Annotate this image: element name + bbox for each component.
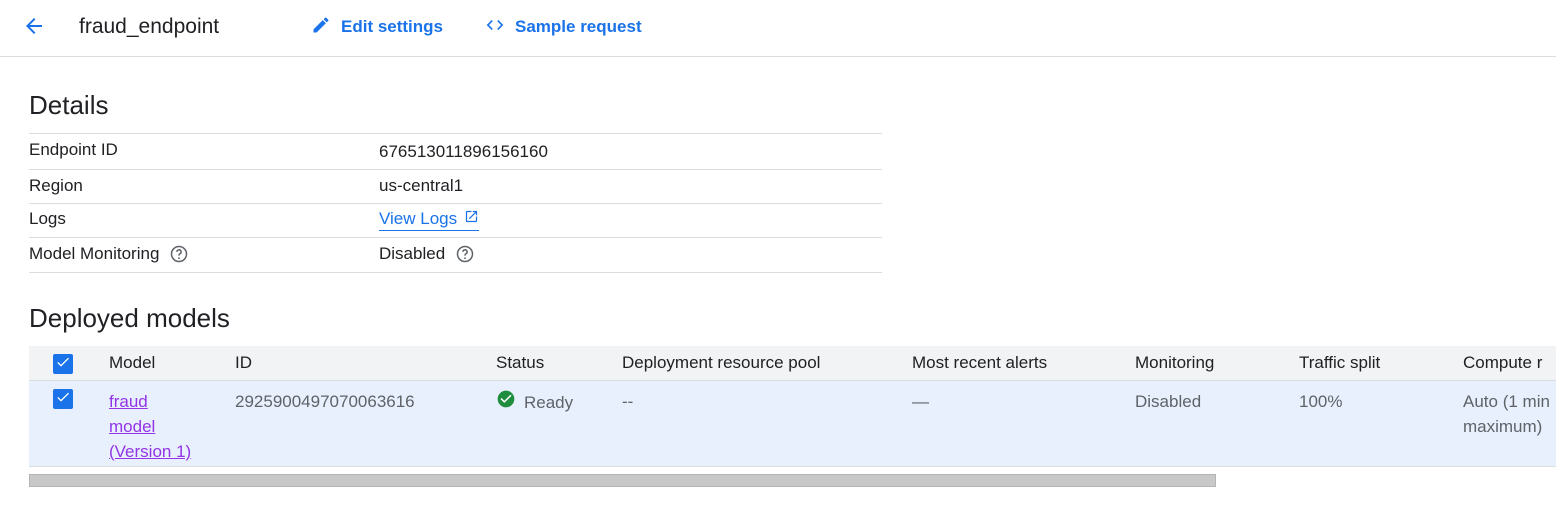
resource-pool-value: -- [622, 392, 634, 411]
column-header-model[interactable]: Model [109, 353, 155, 373]
model-link-line: (Version 1) [109, 442, 192, 461]
details-row-logs: Logs View Logs [29, 203, 882, 237]
details-row-endpoint-id: Endpoint ID 676513011896156160 [29, 133, 882, 169]
details-value: 676513011896156160 [379, 142, 548, 161]
model-link-line: fraud [109, 392, 148, 411]
compute-value: Auto (1 min maximum) [1463, 389, 1550, 439]
deployed-models-table: Model ID Status Deployment resource pool… [29, 346, 1556, 468]
details-key: Logs [29, 209, 66, 228]
details-value: us-central1 [379, 176, 464, 195]
monitoring-value: Disabled [1135, 392, 1202, 411]
status-cell: Ready [496, 389, 573, 416]
compute-line: Auto (1 min [1463, 392, 1550, 411]
check-circle-icon [496, 389, 524, 416]
table-row[interactable]: fraud model (Version 1) 2925900497070063… [29, 381, 1556, 467]
details-heading: Details [29, 90, 109, 120]
edit-settings-button[interactable]: Edit settings [311, 14, 443, 40]
row-checkbox[interactable] [53, 389, 73, 409]
help-icon[interactable] [455, 244, 475, 264]
details-key: Model Monitoring [29, 244, 189, 264]
page-title: fraud_endpoint [79, 15, 220, 38]
view-logs-link[interactable]: View Logs [379, 209, 480, 231]
compute-line: maximum) [1463, 417, 1543, 436]
open-in-new-icon [457, 209, 479, 229]
details-table: Endpoint ID 676513011896156160 Region us… [29, 133, 882, 273]
code-icon [485, 15, 515, 40]
column-header-resource-pool[interactable]: Deployment resource pool [622, 353, 820, 373]
status-text: Ready [524, 393, 574, 412]
deployed-models-heading: Deployed models [29, 303, 230, 333]
arrow-back-icon [22, 14, 46, 43]
model-link-line: model [109, 417, 156, 436]
details-key: Region [29, 176, 83, 195]
details-value: Disabled [379, 244, 475, 264]
select-all-checkbox[interactable] [53, 354, 73, 374]
check-icon [55, 389, 71, 410]
details-value: View Logs [379, 209, 480, 231]
model-id: 2925900497070063616 [235, 392, 415, 411]
top-bar: fraud_endpoint Edit settings Sample requ… [0, 0, 1556, 57]
alerts-value: — [912, 392, 929, 411]
pencil-icon [311, 15, 341, 40]
column-header-alerts[interactable]: Most recent alerts [912, 353, 1047, 373]
view-logs-label: View Logs [379, 209, 458, 228]
sample-request-button[interactable]: Sample request [485, 14, 642, 40]
column-header-traffic-split[interactable]: Traffic split [1299, 353, 1380, 373]
horizontal-scrollbar[interactable] [29, 474, 1216, 487]
table-header: Model ID Status Deployment resource pool… [29, 346, 1556, 381]
traffic-split-value: 100% [1299, 392, 1343, 411]
details-row-model-monitoring: Model Monitoring Disabled [29, 237, 882, 273]
column-header-compute[interactable]: Compute r [1463, 353, 1542, 373]
column-header-status[interactable]: Status [496, 353, 544, 373]
edit-settings-label: Edit settings [341, 17, 444, 36]
model-monitoring-label: Model Monitoring [29, 244, 160, 263]
model-monitoring-value: Disabled [379, 244, 446, 263]
sample-request-label: Sample request [515, 17, 642, 36]
details-row-region: Region us-central1 [29, 169, 882, 203]
column-header-monitoring[interactable]: Monitoring [1135, 353, 1214, 373]
back-button[interactable] [18, 12, 50, 44]
help-icon[interactable] [169, 244, 189, 264]
model-link[interactable]: fraud model (Version 1) [109, 389, 199, 464]
details-key: Endpoint ID [29, 140, 118, 159]
column-header-id[interactable]: ID [235, 353, 252, 373]
check-icon [55, 354, 71, 375]
model-cell: fraud model (Version 1) [109, 389, 199, 464]
